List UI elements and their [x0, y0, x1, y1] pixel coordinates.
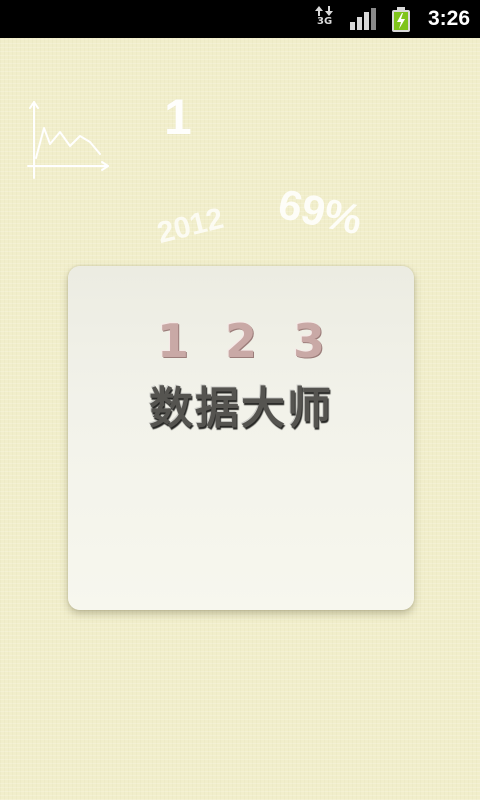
- line-chart-icon: [27, 101, 109, 179]
- network-type-label: 3G: [317, 16, 333, 27]
- logo-number: 1 2 3: [156, 314, 336, 368]
- status-bar: 3G 3:26: [0, 0, 480, 38]
- status-clock: 3:26: [427, 7, 470, 30]
- battery-charging-icon: [392, 7, 410, 32]
- decorative-year: 2012: [154, 201, 227, 251]
- decorative-number: 1: [164, 89, 192, 145]
- signal-strength-icon: [350, 8, 376, 30]
- app-title: 数据大师: [149, 383, 333, 434]
- decorative-percent: 69%: [274, 180, 367, 244]
- splash-card: 1 2 3 数据大师: [68, 266, 414, 610]
